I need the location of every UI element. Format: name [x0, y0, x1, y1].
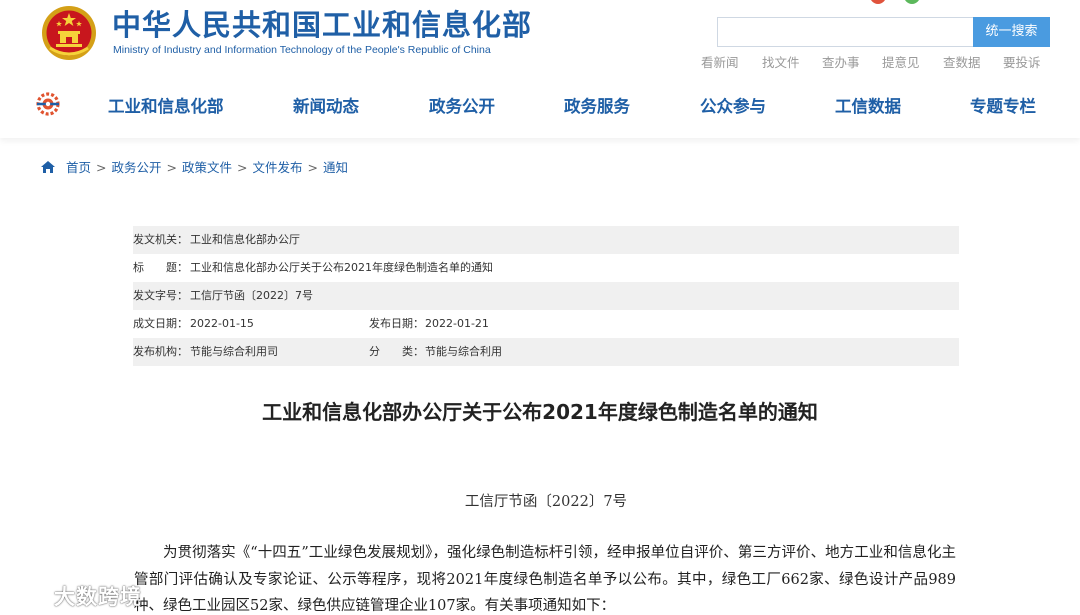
document-info-table: 发文机关： 工业和信息化部办公厅 标 题： 工业和信息化部办公厅关于公布2021… — [133, 226, 959, 366]
wechat-icon[interactable] — [904, 0, 920, 4]
org-label: 发布机构： — [133, 345, 188, 358]
created-date-value: 2022-01-15 — [190, 317, 254, 330]
quick-link-services[interactable]: 查办事 — [822, 52, 860, 71]
nav-item-data[interactable]: 工信数据 — [835, 93, 901, 117]
nav-item-gov-services[interactable]: 政务服务 — [564, 93, 630, 117]
article-doc-number: 工信厅节函〔2022〕7号 — [464, 494, 628, 510]
national-emblem-icon[interactable] — [40, 4, 98, 62]
info-row-title: 标 题： 工业和信息化部办公厅关于公布2021年度绿色制造名单的通知 — [133, 254, 959, 282]
title-value: 工业和信息化部办公厅关于公布2021年度绿色制造名单的通知 — [190, 261, 493, 274]
breadcrumb-separator: > — [307, 160, 318, 175]
docno-value: 工信厅节函〔2022〕7号 — [190, 289, 313, 302]
info-row-issuer: 发文机关： 工业和信息化部办公厅 — [133, 226, 959, 254]
home-icon[interactable] — [40, 160, 56, 174]
title-label: 标 题： — [133, 261, 188, 274]
issuer-label: 发文机关： — [133, 233, 188, 246]
miit-logo-icon[interactable] — [34, 92, 62, 116]
quick-link-files[interactable]: 找文件 — [762, 52, 800, 71]
category-value: 节能与综合利用 — [425, 345, 502, 358]
bird-logo-icon — [8, 583, 49, 605]
breadcrumb-gov-affairs[interactable]: 政务公开 — [111, 160, 161, 175]
nav-item-gov-affairs[interactable]: 政务公开 — [429, 93, 495, 117]
nav-item-public[interactable]: 公众参与 — [700, 93, 766, 117]
quick-link-feedback[interactable]: 提意见 — [882, 52, 920, 71]
breadcrumb-separator: > — [96, 160, 107, 175]
breadcrumb-notice[interactable]: 通知 — [323, 160, 348, 175]
published-date-label: 发布日期： — [369, 317, 424, 330]
quick-link-complaint[interactable]: 要投诉 — [1003, 52, 1041, 71]
quick-link-data[interactable]: 查数据 — [943, 52, 981, 71]
search-input[interactable] — [718, 18, 973, 46]
site-header: 中华人民共和国工业和信息化部 Ministry of Industry and … — [0, 0, 1080, 138]
info-row-dates: 成文日期： 2022-01-15 发布日期： 2022-01-21 — [133, 310, 959, 338]
docno-label: 发文字号： — [133, 289, 188, 302]
search-button[interactable]: 统一搜索 — [973, 17, 1050, 47]
breadcrumb-separator: > — [237, 160, 248, 175]
site-title[interactable]: 中华人民共和国工业和信息化部 — [112, 2, 532, 44]
org-value: 节能与综合利用司 — [190, 345, 278, 358]
watermark-text: 大数跨境 — [54, 585, 142, 609]
breadcrumb-separator: > — [166, 160, 177, 175]
info-row-docno: 发文字号： 工信厅节函〔2022〕7号 — [133, 282, 959, 310]
created-date-label: 成文日期： — [133, 317, 188, 330]
breadcrumb-policy-files[interactable]: 政策文件 — [182, 160, 232, 175]
published-date-value: 2022-01-21 — [425, 317, 489, 330]
quick-link-news[interactable]: 看新闻 — [701, 52, 739, 71]
nav-item-ministry[interactable]: 工业和信息化部 — [108, 93, 224, 117]
main-nav: 工业和信息化部 新闻动态 政务公开 政务服务 公众参与 工信数据 专题专栏 — [0, 80, 1080, 128]
search-box[interactable] — [717, 17, 973, 47]
weibo-icon[interactable] — [870, 0, 886, 4]
quick-links: 看新闻 找文件 查办事 提意见 查数据 要投诉 — [700, 52, 1060, 70]
info-row-org: 发布机构： 节能与综合利用司 分 类： 节能与综合利用 — [133, 338, 959, 366]
issuer-value: 工业和信息化部办公厅 — [190, 233, 300, 246]
site-subtitle: Ministry of Industry and Information Tec… — [113, 44, 491, 56]
nav-item-topics[interactable]: 专题专栏 — [970, 93, 1036, 117]
breadcrumb-home[interactable]: 首页 — [66, 160, 91, 175]
article-title: 工业和信息化部办公厅关于公布2021年度绿色制造名单的通知 — [262, 400, 818, 424]
category-label: 分 类： — [369, 345, 424, 358]
breadcrumb: 首页 > 政务公开 > 政策文件 > 文件发布 > 通知 — [40, 157, 348, 177]
article-paragraph: 为贯彻落实《“十四五”工业绿色发展规划》，强化绿色制造标杆引领，经申报单位自评价… — [134, 545, 956, 614]
breadcrumb-file-release[interactable]: 文件发布 — [252, 160, 302, 175]
nav-item-news[interactable]: 新闻动态 — [293, 93, 359, 117]
